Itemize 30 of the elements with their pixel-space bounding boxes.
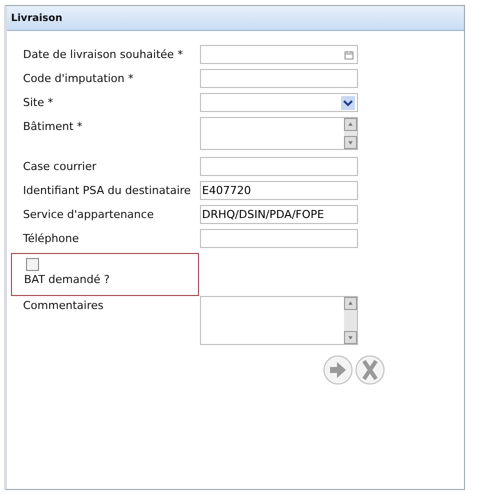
calendar-icon[interactable] <box>344 50 354 60</box>
text-area[interactable] <box>200 117 358 150</box>
field-label: Bâtiment * <box>22 119 84 135</box>
field-label: Commentaires <box>22 298 104 314</box>
cancel-cross-icon[interactable] <box>355 355 385 385</box>
scrollbar[interactable] <box>344 118 357 149</box>
input-field[interactable]: E407720 <box>200 181 358 200</box>
field-label: Date de livraison souhaitée * <box>22 47 184 63</box>
scroll-down-icon[interactable] <box>344 331 357 344</box>
scroll-up-icon[interactable] <box>344 118 357 131</box>
input-field[interactable] <box>200 157 358 176</box>
scrollbar[interactable] <box>344 297 357 344</box>
field-label: Téléphone <box>22 231 80 247</box>
input-field[interactable]: DRHQ/DSIN/PDA/FOPE <box>200 205 358 224</box>
scroll-down-icon[interactable] <box>344 136 357 149</box>
dropdown-field[interactable] <box>200 93 358 112</box>
field-label: Site * <box>22 95 54 111</box>
input-field[interactable] <box>200 69 358 88</box>
checkbox[interactable] <box>26 258 39 271</box>
scroll-up-icon[interactable] <box>344 297 357 310</box>
text-area[interactable] <box>200 296 358 345</box>
panel-title: Livraison <box>11 12 62 24</box>
dropdown-caret-icon[interactable] <box>341 96 355 110</box>
field-label: Case courrier <box>22 159 98 175</box>
date-field[interactable] <box>200 45 358 64</box>
field-label: Identifiant PSA du destinataire <box>22 183 192 199</box>
field-label: BAT demandé ? <box>23 272 111 288</box>
input-field[interactable] <box>200 229 358 248</box>
field-label: Service d'appartenance <box>22 207 155 223</box>
field-label: Code d'imputation * <box>22 71 135 87</box>
